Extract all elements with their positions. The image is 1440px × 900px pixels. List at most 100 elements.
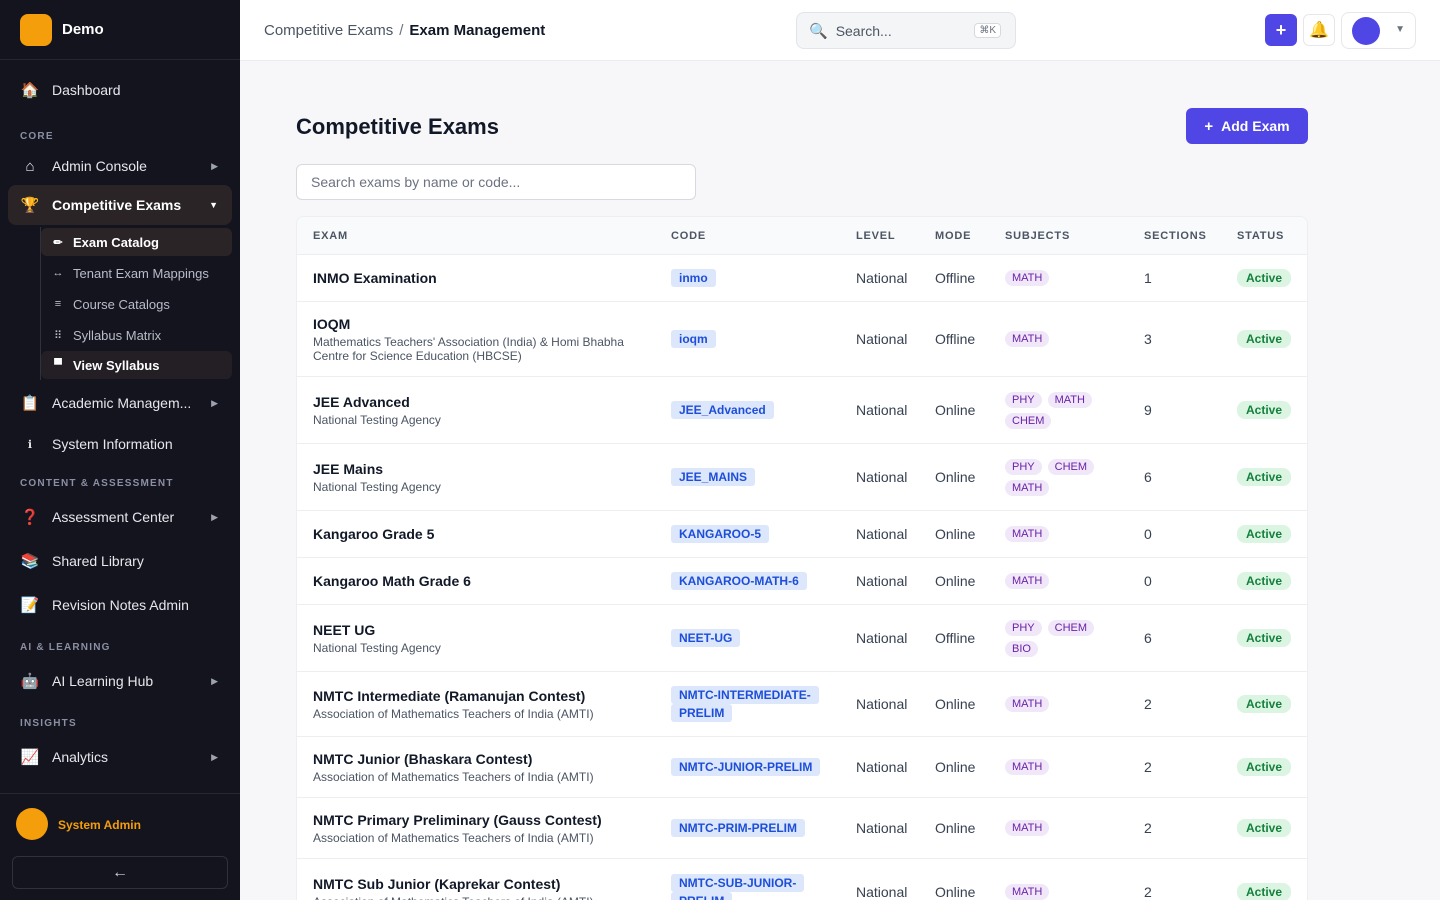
sidebar-item-competitive-exams[interactable]: 🏆 Competitive Exams ▼ bbox=[8, 185, 232, 225]
topbar: Competitive Exams / Exam Management 🔍 Sear… bbox=[240, 0, 1440, 61]
sidebar-item-revision-notes-admin[interactable]: 📝 Revision Notes Admin bbox=[8, 585, 232, 625]
exam-name[interactable]: Kangaroo Math Grade 6 bbox=[313, 573, 471, 589]
shortcut-hint: ⌘K bbox=[974, 23, 1001, 38]
sidebar-subitem-syllabus-matrix[interactable]: ⠿ Syllabus Matrix bbox=[41, 321, 232, 349]
level-cell: National bbox=[856, 820, 908, 836]
code-cell: KANGAROO-5 bbox=[671, 511, 823, 557]
exam-cell: NMTC Primary Preliminary (Gauss Contest)… bbox=[313, 798, 653, 858]
profile-menu-button[interactable]: ▼ bbox=[1341, 12, 1416, 49]
code-cell: NMTC-JUNIOR-PRELIM bbox=[671, 737, 823, 797]
level-cell: National bbox=[856, 402, 908, 418]
column-header-code[interactable]: CODE bbox=[671, 230, 706, 242]
subject-tag: PHY bbox=[1005, 458, 1042, 475]
chevron-right-icon: ▶ bbox=[211, 160, 218, 171]
exam-code-badge: NMTC-JUNIOR-PRELIM bbox=[671, 758, 821, 776]
column-header-level[interactable]: LEVEL bbox=[856, 230, 895, 242]
code-cell: JEE_Advanced bbox=[671, 377, 823, 443]
plus-icon: + bbox=[1204, 117, 1214, 135]
brand-name: Demo bbox=[62, 21, 104, 38]
column-header-exam[interactable]: EXAM bbox=[313, 230, 348, 242]
exam-name[interactable]: NEET UG bbox=[313, 622, 375, 638]
table-row[interactable]: INMO Examination inmo National Offline MATH 1… bbox=[297, 255, 1307, 302]
avatar[interactable] bbox=[16, 808, 48, 840]
sidebar-item-assessment-center[interactable]: ❓ Assessment Center ▶ bbox=[8, 497, 232, 537]
subject-tag: MATH bbox=[1005, 526, 1050, 542]
exam-code-badge: JEE_MAINS bbox=[671, 468, 756, 486]
subject-tag: MATH bbox=[1005, 696, 1050, 712]
subject-tag: MATH bbox=[1005, 884, 1050, 900]
column-header-sections[interactable]: SECTIONS bbox=[1144, 230, 1207, 242]
sidebar-subitem-tenant-exam-mappings[interactable]: ↔ Tenant Exam Mappings bbox=[41, 259, 232, 287]
table-row[interactable]: NMTC Sub Junior (Kaprekar Contest) Associ… bbox=[297, 859, 1307, 900]
section-label-content: CONTENT & ASSESSMENT bbox=[20, 478, 174, 489]
table-row[interactable]: JEE Mains National Testing Agency JEE_MAIN… bbox=[297, 444, 1307, 511]
memo-icon: 📝 bbox=[20, 597, 40, 614]
exam-name[interactable]: NMTC Sub Junior (Kaprekar Contest) bbox=[313, 876, 560, 892]
exam-organization: National Testing Agency bbox=[313, 640, 441, 655]
add-exam-button[interactable]: + Add Exam bbox=[1186, 108, 1308, 144]
sidebar-item-academic-management[interactable]: 📋 Academic Managem... ▶ bbox=[8, 383, 232, 423]
exam-organization: Association of Mathematics Teachers of I… bbox=[313, 895, 653, 900]
subjects-cell: MATH bbox=[1005, 302, 1115, 376]
status-cell: Active bbox=[1237, 672, 1292, 736]
exam-organization: Association of Mathematics Teachers of I… bbox=[313, 706, 594, 721]
sidebar-item-dashboard[interactable]: 🏠 Dashboard bbox=[8, 70, 232, 110]
table-row[interactable]: Kangaroo Grade 5 KANGAROO-5 National Online… bbox=[297, 511, 1307, 558]
sidebar-subitem-exam-catalog[interactable]: ✏ Exam Catalog bbox=[41, 228, 232, 256]
subjects-cell: PHY CHEM BIO bbox=[1005, 605, 1115, 671]
exam-name[interactable]: JEE Advanced bbox=[313, 394, 410, 410]
exam-name[interactable]: Kangaroo Grade 5 bbox=[313, 526, 434, 542]
subjects-cell: PHY CHEM MATH bbox=[1005, 444, 1115, 510]
quick-add-button[interactable]: + bbox=[1265, 14, 1297, 46]
sidebar-item-system-information[interactable]: ℹ System Information bbox=[8, 424, 232, 464]
exam-cell: NMTC Junior (Bhaskara Contest) Associatio… bbox=[313, 737, 653, 797]
sections-cell: 9 bbox=[1144, 402, 1152, 418]
status-cell: Active bbox=[1237, 859, 1292, 900]
column-header-status[interactable]: STATUS bbox=[1237, 230, 1284, 242]
breadcrumb-parent[interactable]: Competitive Exams bbox=[264, 22, 393, 39]
plus-icon: + bbox=[1275, 19, 1287, 40]
table-row[interactable]: NMTC Intermediate (Ramanujan Contest) Ass… bbox=[297, 672, 1307, 737]
sections-cell: 1 bbox=[1144, 270, 1152, 286]
column-header-subjects[interactable]: SUBJECTS bbox=[1005, 230, 1070, 242]
collapse-sidebar-button[interactable]: ← bbox=[12, 856, 228, 889]
code-cell: NMTC-INTERMEDIATE-PRELIM bbox=[671, 672, 823, 736]
exam-name[interactable]: NMTC Intermediate (Ramanujan Contest) bbox=[313, 688, 585, 704]
exam-search-input[interactable] bbox=[296, 164, 696, 200]
exam-organization: Mathematics Teachers' Association (India… bbox=[313, 334, 624, 363]
sidebar-item-analytics[interactable]: 📈 Analytics ▶ bbox=[8, 737, 232, 777]
sidebar-subitem-course-catalogs[interactable]: ≡ Course Catalogs bbox=[41, 290, 232, 318]
exam-cell: IOQM Mathematics Teachers' Association (I… bbox=[313, 302, 653, 376]
exam-name[interactable]: INMO Examination bbox=[313, 270, 437, 286]
sidebar-item-ai-learning-hub[interactable]: 🤖 AI Learning Hub ▶ bbox=[8, 661, 232, 701]
notifications-button[interactable]: 🔔 bbox=[1303, 14, 1335, 46]
subjects-cell: MATH bbox=[1005, 737, 1115, 797]
table-row[interactable]: IOQM Mathematics Teachers' Association (I… bbox=[297, 302, 1307, 377]
sidebar-item-shared-library[interactable]: 📚 Shared Library bbox=[8, 541, 232, 581]
table-row[interactable]: Kangaroo Math Grade 6 KANGAROO-MATH-6 Nati… bbox=[297, 558, 1307, 605]
table-row[interactable]: NMTC Primary Preliminary (Gauss Contest)… bbox=[297, 798, 1307, 859]
exam-name[interactable]: NMTC Primary Preliminary (Gauss Contest) bbox=[313, 812, 602, 828]
status-badge: Active bbox=[1237, 330, 1292, 348]
column-header-mode[interactable]: MODE bbox=[935, 230, 971, 242]
exam-cell: Kangaroo Math Grade 6 bbox=[313, 558, 471, 604]
brand[interactable]: Demo bbox=[0, 0, 240, 60]
exam-organization: Association of Mathematics Teachers of I… bbox=[313, 830, 594, 845]
table-row[interactable]: NMTC Junior (Bhaskara Contest) Associatio… bbox=[297, 737, 1307, 798]
sidebar-item-label: System Information bbox=[52, 436, 173, 452]
trophy-icon: 🏆 bbox=[20, 197, 40, 214]
sidebar-item-admin-console[interactable]: ⌂ Admin Console ▶ bbox=[8, 146, 232, 186]
arrow-left-icon: ← bbox=[112, 863, 128, 881]
sections-cell: 0 bbox=[1144, 526, 1152, 542]
mode-cell: Online bbox=[935, 402, 976, 418]
code-cell: KANGAROO-MATH-6 bbox=[671, 558, 823, 604]
table-row[interactable]: JEE Advanced National Testing Agency JEE_A… bbox=[297, 377, 1307, 444]
exam-name[interactable]: IOQM bbox=[313, 316, 350, 332]
subjects-cell: MATH bbox=[1005, 672, 1115, 736]
table-row[interactable]: NEET UG National Testing Agency NEET-UG Nat… bbox=[297, 605, 1307, 672]
global-search-input[interactable]: 🔍 Search... ⌘K bbox=[796, 12, 1016, 49]
sidebar-subitem-view-syllabus[interactable]: ▀ View Syllabus bbox=[41, 351, 232, 379]
status-badge: Active bbox=[1237, 468, 1292, 486]
exam-name[interactable]: JEE Mains bbox=[313, 461, 383, 477]
exam-name[interactable]: NMTC Junior (Bhaskara Contest) bbox=[313, 751, 532, 767]
